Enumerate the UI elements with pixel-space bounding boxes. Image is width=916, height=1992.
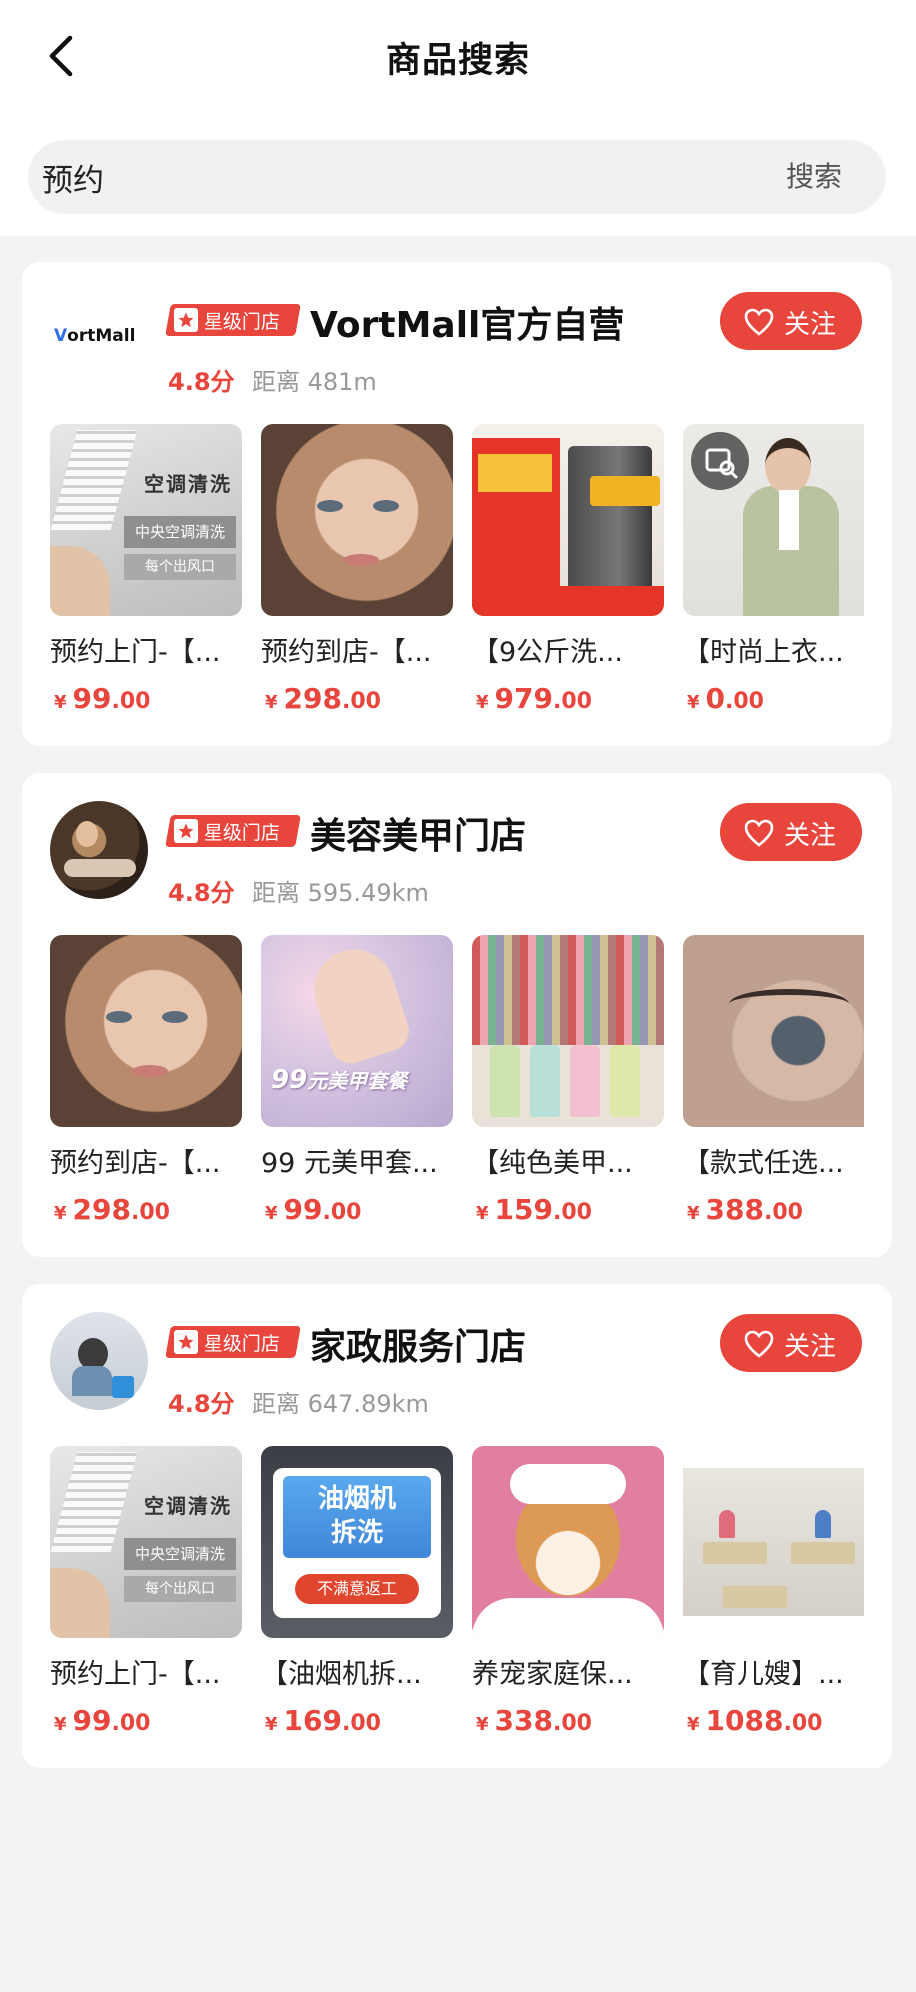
product-item[interactable]: 【款式任选... ¥388.00 bbox=[683, 935, 864, 1235]
product-item[interactable]: 99元美甲套餐 99 元美甲套... ¥99.00 bbox=[261, 935, 453, 1235]
product-price: ¥169.00 bbox=[265, 1704, 381, 1737]
product-image bbox=[683, 424, 864, 616]
store-card[interactable]: VortMall 星级门店 VortMall官方自营 4.8分 距离 481m … bbox=[22, 262, 892, 746]
product-name: 预约上门-【... bbox=[50, 637, 221, 668]
heart-icon bbox=[744, 1330, 774, 1358]
follow-button[interactable]: 关注 bbox=[720, 1314, 862, 1372]
product-image bbox=[683, 1446, 864, 1638]
product-item[interactable]: 空调清洗 中央空调清洗 每个出风口 预约上门-【... ¥99.00 bbox=[50, 424, 242, 724]
image-search-icon[interactable] bbox=[691, 432, 749, 490]
star-icon bbox=[174, 1330, 198, 1354]
search-bar: 搜索 bbox=[28, 140, 886, 214]
product-image: 空调清洗 中央空调清洗 每个出风口 bbox=[50, 424, 242, 616]
product-image bbox=[472, 424, 664, 616]
product-name: 【9公斤洗... bbox=[472, 637, 623, 668]
product-name: 【育儿嫂】... bbox=[683, 1659, 844, 1690]
product-price: ¥338.00 bbox=[476, 1704, 592, 1737]
product-item[interactable]: 预约到店-【... ¥298.00 bbox=[50, 935, 242, 1235]
product-price: ¥298.00 bbox=[54, 1193, 170, 1226]
product-price: ¥1088.00 bbox=[687, 1704, 823, 1737]
star-store-badge: 星级门店 bbox=[165, 815, 301, 847]
product-name: 【纯色美甲... bbox=[472, 1148, 633, 1179]
product-item[interactable]: 空调清洗 中央空调清洗 每个出风口 预约上门-【... ¥99.00 bbox=[50, 1446, 242, 1746]
product-name: 预约到店-【... bbox=[50, 1148, 221, 1179]
product-item[interactable]: 【纯色美甲... ¥159.00 bbox=[472, 935, 664, 1235]
product-image: 油烟机 拆洗 不满意返工 bbox=[261, 1446, 453, 1638]
product-item[interactable]: 油烟机 拆洗 不满意返工 【油烟机拆... ¥169.00 bbox=[261, 1446, 453, 1746]
product-name: 【款式任选... bbox=[683, 1148, 844, 1179]
store-card[interactable]: 星级门店 美容美甲门店 4.8分 距离 595.49km 关注 预约到店-【..… bbox=[22, 773, 892, 1257]
follow-button[interactable]: 关注 bbox=[720, 292, 862, 350]
product-item[interactable]: 【时尚上衣... ¥0.00 bbox=[683, 424, 864, 724]
search-button[interactable]: 搜索 bbox=[786, 140, 842, 214]
product-name: 养宠家庭保... bbox=[472, 1659, 633, 1690]
store-rating: 4.8分 bbox=[168, 879, 235, 907]
product-price: ¥159.00 bbox=[476, 1193, 592, 1226]
product-price: ¥0.00 bbox=[687, 682, 764, 715]
product-list: 空调清洗 中央空调清洗 每个出风口 预约上门-【... ¥99.00 油烟机 拆洗… bbox=[50, 1446, 864, 1746]
product-image: 空调清洗 中央空调清洗 每个出风口 bbox=[50, 1446, 242, 1638]
store-logo bbox=[50, 1312, 148, 1410]
product-item[interactable]: 【育儿嫂】... ¥1088.00 bbox=[683, 1446, 864, 1746]
product-name: 预约上门-【... bbox=[50, 1659, 221, 1690]
product-item[interactable]: 【9公斤洗... ¥979.00 bbox=[472, 424, 664, 724]
product-name: 【时尚上衣... bbox=[683, 637, 844, 668]
product-image bbox=[472, 935, 664, 1127]
store-distance: 距离 595.49km bbox=[252, 879, 429, 907]
store-rating: 4.8分 bbox=[168, 1390, 235, 1418]
store-name: 家政服务门店 bbox=[310, 1327, 527, 1368]
product-price: ¥979.00 bbox=[476, 682, 592, 715]
store-card[interactable]: 星级门店 家政服务门店 4.8分 距离 647.89km 关注 空调清洗 中央空… bbox=[22, 1284, 892, 1768]
search-input[interactable] bbox=[42, 140, 742, 214]
star-icon bbox=[174, 819, 198, 843]
product-price: ¥99.00 bbox=[54, 682, 151, 715]
top-bar: 商品搜索 搜索 bbox=[0, 0, 916, 236]
product-name: 【油烟机拆... bbox=[261, 1659, 422, 1690]
product-price: ¥388.00 bbox=[687, 1193, 803, 1226]
heart-icon bbox=[744, 308, 774, 336]
store-name: VortMall官方自营 bbox=[310, 305, 625, 346]
store-rating: 4.8分 bbox=[168, 368, 235, 396]
product-image: 99元美甲套餐 bbox=[261, 935, 453, 1127]
vortmall-logo: VortMall bbox=[54, 326, 136, 346]
follow-button[interactable]: 关注 bbox=[720, 803, 862, 861]
product-price: ¥99.00 bbox=[265, 1193, 362, 1226]
store-distance: 距离 647.89km bbox=[252, 1390, 429, 1418]
product-name: 预约到店-【... bbox=[261, 637, 432, 668]
store-logo: VortMall bbox=[50, 290, 148, 388]
heart-icon bbox=[744, 819, 774, 847]
store-logo bbox=[50, 801, 148, 899]
product-image bbox=[50, 935, 242, 1127]
store-distance: 距离 481m bbox=[252, 368, 377, 396]
page-title: 商品搜索 bbox=[385, 41, 530, 81]
star-store-badge: 星级门店 bbox=[165, 304, 301, 336]
product-price: ¥99.00 bbox=[54, 1704, 151, 1737]
product-list: 空调清洗 中央空调清洗 每个出风口 预约上门-【... ¥99.00 预约到店-… bbox=[50, 424, 864, 724]
product-image bbox=[261, 424, 453, 616]
product-item[interactable]: 预约到店-【... ¥298.00 bbox=[261, 424, 453, 724]
product-list: 预约到店-【... ¥298.00 99元美甲套餐 99 元美甲套... ¥99… bbox=[50, 935, 864, 1235]
product-image bbox=[683, 935, 864, 1127]
star-store-badge: 星级门店 bbox=[165, 1326, 301, 1358]
product-image bbox=[472, 1446, 664, 1638]
product-name: 99 元美甲套... bbox=[261, 1148, 438, 1179]
product-item[interactable]: 养宠家庭保... ¥338.00 bbox=[472, 1446, 664, 1746]
store-name: 美容美甲门店 bbox=[310, 816, 527, 857]
product-price: ¥298.00 bbox=[265, 682, 381, 715]
star-icon bbox=[174, 308, 198, 332]
